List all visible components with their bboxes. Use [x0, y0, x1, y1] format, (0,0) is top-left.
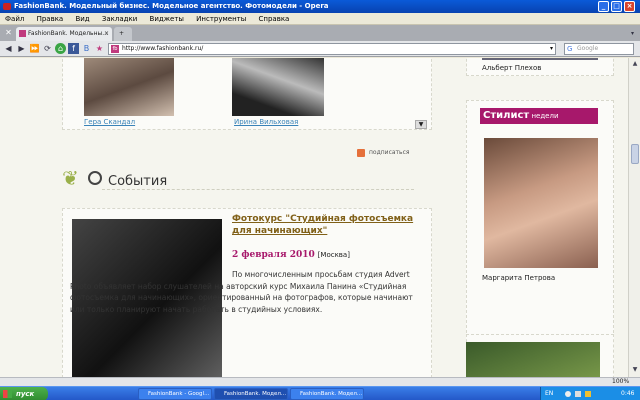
menu-widgets[interactable]: Виджеты — [145, 13, 189, 25]
tab-bar: ✕ FashionBank. Модельны... × + ▾ — [0, 25, 640, 41]
menu-bar: Файл Правка Вид Закладки Виджеты Инструм… — [0, 13, 640, 25]
tab-fashionbank[interactable]: FashionBank. Модельны... × — [16, 27, 112, 41]
maximize-button[interactable]: □ — [611, 1, 622, 12]
minimize-button[interactable]: _ — [598, 1, 609, 12]
address-field[interactable]: fb http://www.fashionbank.ru/ ▾ — [108, 43, 556, 55]
menu-tools[interactable]: Инструменты — [191, 13, 251, 25]
menu-view[interactable]: Вид — [70, 13, 94, 25]
back-icon[interactable]: ◀ — [3, 43, 14, 54]
web-page: Гера Скандал Ирина Вильховая ▼ подписать… — [0, 58, 628, 377]
sidebar-top-name[interactable]: Альберт Плехов — [482, 64, 541, 72]
model-link-2[interactable]: Ирина Вильховая — [234, 118, 298, 126]
zoom-level[interactable]: 100% — [612, 378, 629, 386]
leaf-ornament-icon: ❦ — [62, 166, 79, 190]
stylist-label: Стилист — [483, 110, 530, 121]
window-title: FashionBank. Модельный бизнес. Модельное… — [14, 2, 329, 10]
start-label: пуск — [16, 390, 35, 398]
taskbar: пуск FashionBank - Googl... FashionBank.… — [0, 386, 640, 400]
stylist-sub: недели — [531, 112, 559, 120]
sidebar-photo-top[interactable] — [482, 58, 598, 60]
taskbar-item-2[interactable]: FashionBank. Модел... — [214, 388, 288, 400]
event-city: [Москва] — [317, 251, 350, 259]
tab-menu-icon[interactable]: ▾ — [627, 28, 638, 39]
tray-icon-2[interactable] — [575, 391, 581, 397]
taskbar-item-3[interactable]: FashionBank. Модел... — [290, 388, 364, 400]
model-photo-1[interactable] — [84, 58, 174, 116]
home-icon[interactable]: ⌂ — [55, 43, 66, 54]
clock: 0:46 — [621, 390, 635, 397]
event-date: 2 февраля 2010 — [232, 250, 315, 260]
event-date-line: 2 февраля 2010 [Москва] — [232, 249, 422, 261]
windows-logo-icon — [3, 390, 12, 398]
fast-forward-icon[interactable]: ⏩ — [29, 43, 40, 54]
model-photo-2[interactable] — [232, 58, 324, 116]
google-icon: G — [567, 45, 573, 53]
search-field[interactable]: G Google — [564, 43, 634, 55]
event-title[interactable]: Фотокурс "Студийная фотосъемка для начин… — [232, 213, 422, 237]
new-tab-button[interactable]: + — [114, 27, 132, 41]
taskbar-item-label: FashionBank. Модел... — [224, 391, 287, 397]
stylist-banner: Стилист недели — [480, 108, 598, 124]
opera-app-icon — [3, 3, 11, 10]
rss-icon[interactable] — [357, 149, 365, 157]
language-indicator[interactable]: EN — [545, 387, 553, 400]
facebook-icon[interactable]: f — [68, 43, 79, 54]
address-dropdown-icon[interactable]: ▾ — [550, 44, 553, 54]
bookmark-icon[interactable]: ★ — [94, 43, 105, 54]
site-favicon: fb — [111, 45, 119, 53]
taskbar-item-label: FashionBank - Googl... — [148, 391, 210, 397]
window-title-bar: FashionBank. Модельный бизнес. Модельное… — [0, 0, 640, 13]
menu-help[interactable]: Справка — [254, 13, 295, 25]
events-circle-icon — [88, 171, 102, 185]
forward-icon[interactable]: ▶ — [16, 43, 27, 54]
vertical-scrollbar[interactable]: ▲ ▼ — [628, 58, 640, 377]
vk-icon[interactable]: B — [81, 43, 92, 54]
event-description: По многочисленным просьбам студия Advert… — [70, 270, 413, 314]
tray-icon-1[interactable] — [565, 391, 571, 397]
status-bar: 100% — [0, 377, 640, 386]
subscribe-link[interactable]: подписаться — [369, 149, 409, 156]
tab-favicon-icon — [19, 30, 26, 37]
tray-icon-3[interactable] — [585, 391, 591, 397]
system-tray: EN 0:46 — [540, 387, 640, 400]
scroll-down-arrow-icon[interactable]: ▼ — [630, 365, 640, 375]
scroll-up-arrow-icon[interactable]: ▲ — [630, 59, 640, 69]
reload-icon[interactable]: ⟳ — [42, 43, 53, 54]
scroll-down-icon[interactable]: ▼ — [415, 120, 427, 129]
close-button[interactable]: × — [624, 1, 635, 12]
stylist-name[interactable]: Маргарита Петрова — [482, 274, 555, 282]
tools-icon[interactable]: ✕ — [3, 27, 14, 38]
stylist-photo[interactable] — [484, 138, 598, 268]
scrollbar-thumb[interactable] — [631, 144, 639, 164]
start-button[interactable]: пуск — [0, 387, 48, 400]
tab-label: FashionBank. Модельны... — [28, 30, 108, 37]
navigation-bar: ◀ ▶ ⏩ ⟳ ⌂ f B ★ fb http://www.fashionban… — [0, 41, 640, 57]
next-sidebar-photo[interactable] — [466, 342, 600, 377]
menu-file[interactable]: Файл — [0, 13, 29, 25]
address-url: http://www.fashionbank.ru/ — [122, 45, 204, 52]
model-link-1[interactable]: Гера Скандал — [84, 118, 135, 126]
menu-bookmarks[interactable]: Закладки — [97, 13, 142, 25]
events-heading: События — [108, 174, 168, 189]
tab-close-icon[interactable]: × — [104, 27, 109, 40]
taskbar-item-label: FashionBank. Модел... — [300, 391, 363, 397]
heading-divider — [102, 189, 414, 190]
search-placeholder: Google — [577, 45, 599, 52]
menu-edit[interactable]: Правка — [32, 13, 69, 25]
taskbar-item-1[interactable]: FashionBank - Googl... — [138, 388, 212, 400]
